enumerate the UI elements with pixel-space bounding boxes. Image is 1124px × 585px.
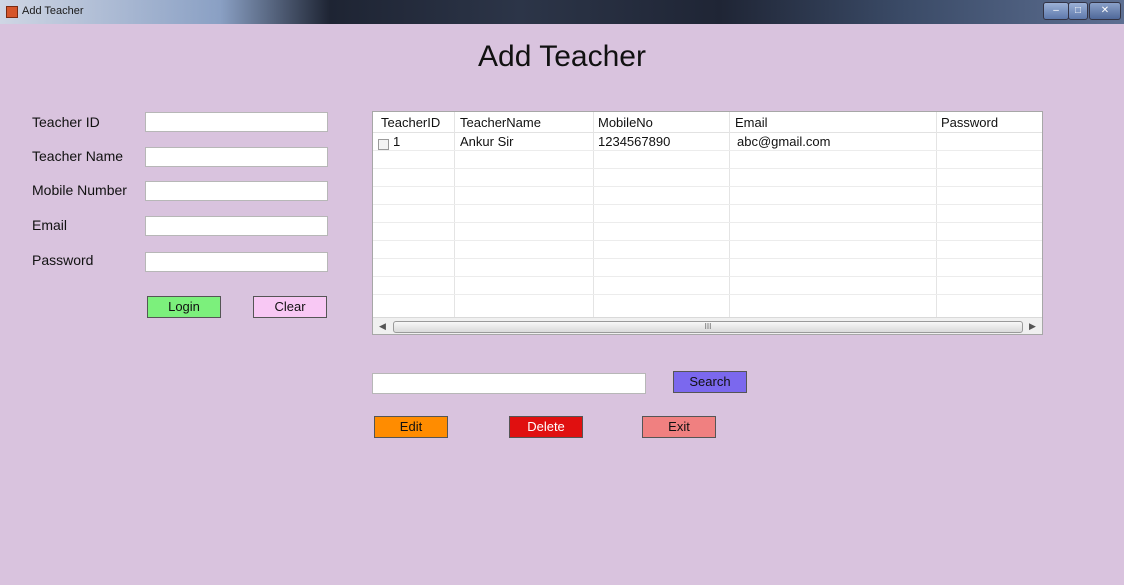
grid-header: TeacherID TeacherName MobileNo Email Pas… <box>373 112 1042 133</box>
column-divider <box>729 112 730 317</box>
row-divider <box>373 168 1042 169</box>
close-button[interactable]: ✕ <box>1089 2 1121 20</box>
column-header-teachername[interactable]: TeacherName <box>460 115 541 130</box>
column-divider <box>454 112 455 317</box>
row-divider <box>373 186 1042 187</box>
teacher-id-input[interactable] <box>145 112 328 132</box>
row-divider <box>373 222 1042 223</box>
search-button[interactable]: Search <box>673 371 747 393</box>
minimize-button[interactable]: – <box>1043 2 1069 20</box>
row-checkbox[interactable] <box>378 139 389 150</box>
column-divider <box>593 112 594 317</box>
cell-teacherid: 1 <box>393 134 401 149</box>
window-title: Add Teacher <box>22 5 84 17</box>
cell-mobileno: 1234567890 <box>598 134 671 149</box>
scroll-right-arrow-icon[interactable]: ▶ <box>1029 321 1036 332</box>
row-divider <box>373 294 1042 295</box>
email-input[interactable] <box>145 216 328 236</box>
email-label: Email <box>32 217 68 233</box>
column-header-teacherid[interactable]: TeacherID <box>381 115 440 130</box>
horizontal-scrollbar[interactable]: ◀ III ▶ <box>373 317 1042 334</box>
login-button[interactable]: Login <box>147 296 221 318</box>
column-header-mobileno[interactable]: MobileNo <box>598 115 653 130</box>
column-header-email[interactable]: Email <box>735 115 768 130</box>
search-input[interactable] <box>372 373 646 394</box>
scroll-left-arrow-icon[interactable]: ◀ <box>379 321 386 332</box>
page-title: Add Teacher <box>478 40 646 73</box>
maximize-button[interactable]: □ <box>1068 2 1088 20</box>
row-divider <box>373 276 1042 277</box>
app-icon <box>6 6 18 18</box>
teacher-grid[interactable]: TeacherID TeacherName MobileNo Email Pas… <box>372 111 1043 335</box>
column-divider <box>936 112 937 317</box>
exit-button[interactable]: Exit <box>642 416 716 438</box>
mobile-number-label: Mobile Number <box>32 182 127 198</box>
password-input[interactable] <box>145 252 328 272</box>
row-divider <box>373 240 1042 241</box>
title-bar: Add Teacher – □ ✕ <box>0 0 1124 24</box>
cell-email: abc@gmail.com <box>737 134 831 149</box>
row-divider <box>373 258 1042 259</box>
row-divider <box>373 204 1042 205</box>
column-header-password[interactable]: Password <box>941 115 998 130</box>
row-divider <box>373 150 1042 151</box>
teacher-name-input[interactable] <box>145 147 328 167</box>
teacher-name-label: Teacher Name <box>32 148 124 164</box>
mobile-number-input[interactable] <box>145 181 328 201</box>
password-label: Password <box>32 252 94 268</box>
scroll-thumb[interactable]: III <box>393 321 1023 333</box>
cell-teachername: Ankur Sir <box>460 134 514 149</box>
clear-button[interactable]: Clear <box>253 296 327 318</box>
delete-button[interactable]: Delete <box>509 416 583 438</box>
teacher-id-label: Teacher ID <box>32 114 100 130</box>
edit-button[interactable]: Edit <box>374 416 448 438</box>
